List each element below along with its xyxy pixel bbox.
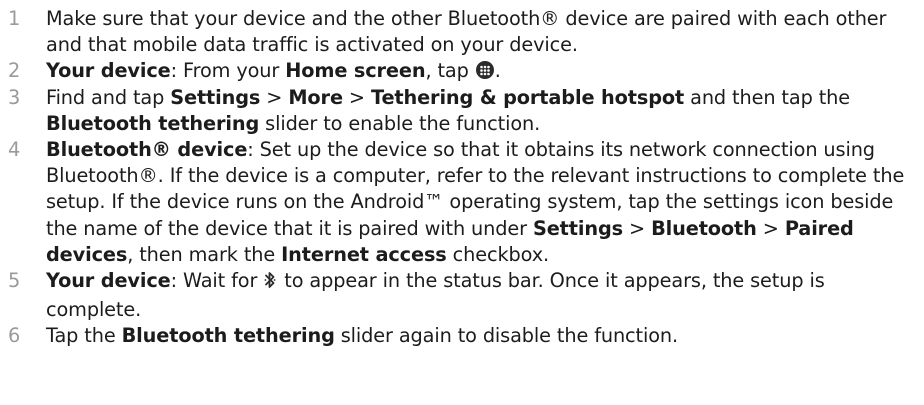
more-label: More bbox=[288, 85, 343, 109]
step-text: : From your bbox=[170, 59, 286, 83]
step-text: : Wait for bbox=[170, 269, 264, 293]
tethering-hotspot-label: Tethering & portable hotspot bbox=[370, 85, 685, 109]
path-separator: > bbox=[260, 85, 289, 109]
step-text: Find and tap bbox=[46, 85, 171, 109]
step-text: slider again to disable the function. bbox=[334, 324, 679, 348]
step-2: 2 Your device: From your Home screen, tap… bbox=[0, 58, 924, 84]
step-5: 5 Your device: Wait for to appear in the … bbox=[0, 268, 924, 323]
step-number: 6 bbox=[8, 324, 21, 348]
step-lead: Your device bbox=[46, 269, 171, 293]
instructions-page: 1 Make sure that your device and the othe… bbox=[0, 0, 924, 405]
step-number: 4 bbox=[8, 138, 21, 162]
step-text: . bbox=[494, 59, 501, 83]
path-separator: > bbox=[623, 216, 652, 240]
internet-access-label: Internet access bbox=[281, 242, 447, 266]
step-3: 3 Find and tap Settings > More > Tetherin… bbox=[0, 85, 924, 137]
step-text: Tap the bbox=[46, 324, 122, 348]
step-number: 5 bbox=[8, 269, 21, 293]
bluetooth-tethering-label: Bluetooth tethering bbox=[121, 324, 335, 348]
steps-list: 1 Make sure that your device and the othe… bbox=[0, 6, 924, 350]
bluetooth-label: Bluetooth bbox=[651, 216, 757, 240]
step-lead: Your device bbox=[46, 59, 171, 83]
path-separator: > bbox=[756, 216, 785, 240]
path-separator: > bbox=[342, 85, 371, 109]
step-1: 1 Make sure that your device and the othe… bbox=[0, 6, 924, 58]
step-text: Make sure that your device and the other… bbox=[46, 7, 887, 57]
step-number: 2 bbox=[8, 59, 21, 83]
step-text: , then mark the bbox=[127, 242, 282, 266]
settings-label: Settings bbox=[170, 85, 261, 109]
step-6: 6 Tap the Bluetooth tethering slider agai… bbox=[0, 323, 924, 349]
step-text: slider to enable the function. bbox=[259, 111, 541, 135]
step-text: and then tap the bbox=[684, 85, 850, 109]
step-number: 1 bbox=[8, 7, 21, 30]
step-lead: Bluetooth® device bbox=[46, 138, 248, 162]
step-text: checkbox. bbox=[446, 242, 550, 266]
settings-label: Settings bbox=[532, 216, 623, 240]
step-text: , tap bbox=[425, 59, 475, 83]
home-screen-label: Home screen bbox=[285, 59, 426, 83]
apps-grid-icon bbox=[475, 61, 494, 80]
bluetooth-icon bbox=[264, 270, 276, 297]
bluetooth-tethering-label: Bluetooth tethering bbox=[46, 111, 260, 135]
step-4: 4 Bluetooth® device: Set up the device so… bbox=[0, 137, 924, 268]
step-number: 3 bbox=[8, 85, 21, 109]
